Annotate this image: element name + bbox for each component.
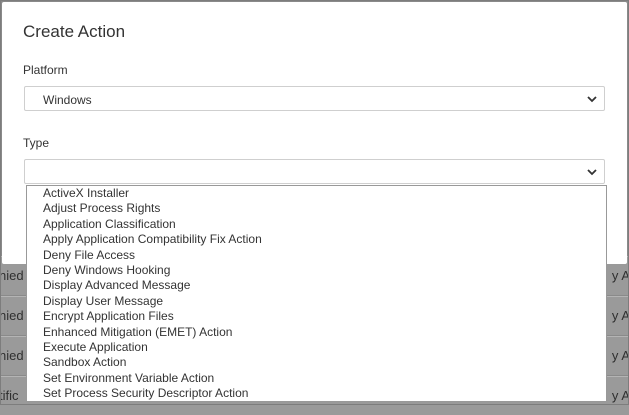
dialog-title: Create Action	[23, 22, 126, 41]
type-option[interactable]: Set Environment Variable Action	[27, 371, 606, 386]
background-cell-right: y A	[611, 268, 629, 283]
platform-select-value: Windows	[43, 93, 92, 107]
type-label: Type	[23, 136, 50, 150]
background-cell-right: y A	[611, 348, 629, 363]
background-cell-left: nied	[0, 308, 24, 323]
type-option[interactable]: Display User Message	[27, 294, 606, 309]
background-cell-right: y A	[611, 308, 629, 323]
type-option[interactable]: Display Advanced Message	[27, 278, 606, 293]
type-dropdown-list: ActiveX Installer Adjust Process Rights …	[26, 185, 607, 402]
background-cell-left: nied	[0, 268, 24, 283]
chevron-down-icon	[587, 96, 597, 103]
type-select[interactable]	[24, 159, 605, 184]
type-option[interactable]: Encrypt Application Files	[27, 309, 606, 324]
background-cell-left: tific	[0, 388, 19, 403]
type-option[interactable]: Set Process Security Descriptor Action	[27, 386, 606, 401]
type-option[interactable]: Apply Application Compatibility Fix Acti…	[27, 232, 606, 247]
type-option[interactable]: Adjust Process Rights	[27, 201, 606, 216]
platform-select[interactable]: Windows	[24, 86, 605, 111]
type-option[interactable]: Execute Application	[27, 340, 606, 355]
background-cell-right: y A	[611, 388, 629, 403]
type-option[interactable]: Deny File Access	[27, 248, 606, 263]
type-option[interactable]: Deny Windows Hooking	[27, 263, 606, 278]
platform-label: Platform	[23, 63, 68, 77]
chevron-down-icon	[587, 169, 597, 176]
type-option[interactable]: Sandbox Action	[27, 355, 606, 370]
background-cell-left: nied	[0, 348, 24, 363]
type-option[interactable]: Application Classification	[27, 217, 606, 232]
type-option[interactable]: Enhanced Mitigation (EMET) Action	[27, 325, 606, 340]
type-option[interactable]: ActiveX Installer	[27, 186, 606, 201]
